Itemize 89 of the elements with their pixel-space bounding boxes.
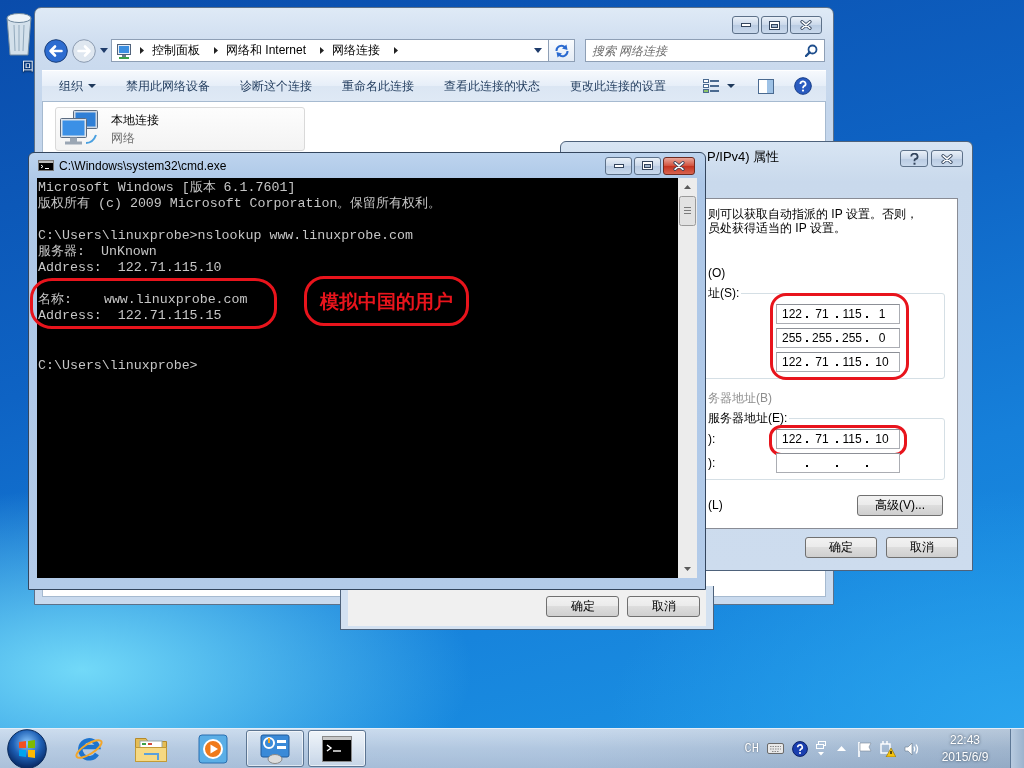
console-icon xyxy=(38,160,54,171)
help-icon[interactable] xyxy=(792,740,808,757)
ip-address-field[interactable]: 122 71 115 10 xyxy=(776,429,900,449)
breadcrumb-item[interactable]: 网络和 Internet xyxy=(226,42,307,59)
breadcrumb-item[interactable]: 控制面板 xyxy=(152,42,200,59)
refresh-icon xyxy=(553,43,570,58)
checkbox-label[interactable]: (L) xyxy=(708,498,723,512)
console-icon xyxy=(322,735,352,762)
network-warning-icon[interactable] xyxy=(880,740,896,757)
window-title: P/IPv4) 属性 xyxy=(707,149,780,165)
speaker-icon[interactable] xyxy=(904,741,920,756)
console-line: Address: 122.71.115.10 xyxy=(38,260,223,276)
toolbar-command[interactable]: 查看此连接的状态 xyxy=(429,72,555,100)
caret-icon xyxy=(727,84,735,88)
maximize-button[interactable] xyxy=(761,16,788,34)
help-button[interactable] xyxy=(900,150,928,167)
console-line: 名称: www.linuxprobe.com xyxy=(38,292,248,308)
maximize-icon xyxy=(642,161,653,170)
console-line: 服务器: UnKnown xyxy=(38,244,158,260)
play-icon xyxy=(198,733,228,764)
preview-pane-icon[interactable] xyxy=(758,78,774,94)
minimize-icon xyxy=(613,163,624,168)
show-desktop-button[interactable] xyxy=(1010,729,1024,768)
callout-label: 模拟中国的用户 xyxy=(303,276,469,326)
close-button[interactable] xyxy=(663,156,695,175)
help-icon[interactable] xyxy=(794,77,812,95)
recycle-bin-icon[interactable] xyxy=(4,12,34,56)
maximize-icon xyxy=(769,20,780,30)
vertical-scrollbar[interactable] xyxy=(678,178,697,578)
field-label: ): xyxy=(708,432,716,446)
chevron-icon[interactable] xyxy=(140,47,144,54)
taskbar-button[interactable] xyxy=(308,730,366,767)
refresh-button[interactable] xyxy=(549,39,575,62)
search-field[interactable]: 搜索 网络连接 xyxy=(585,39,825,62)
network-computers-icon xyxy=(59,110,99,146)
close-icon xyxy=(673,160,685,171)
chevron-icon[interactable] xyxy=(320,47,325,54)
breadcrumb-item[interactable]: 网络连接 xyxy=(332,42,381,59)
close-icon xyxy=(941,153,953,164)
search-icon[interactable] xyxy=(805,44,818,57)
item-type: 网络 xyxy=(111,131,136,145)
dropdown-caret-icon[interactable] xyxy=(534,48,542,53)
desktop-icon-label[interactable]: 回 xyxy=(22,59,34,73)
minimize-button[interactable] xyxy=(732,16,759,34)
console-line: Microsoft Windows [版本 6.1.7601] xyxy=(38,180,297,196)
dialog-button[interactable]: 确定 xyxy=(805,537,877,558)
dialog-button[interactable]: 取消 xyxy=(886,537,958,558)
toolbar-command[interactable]: 重命名此连接 xyxy=(327,72,429,100)
ip-address-field[interactable] xyxy=(776,453,900,473)
caret-icon xyxy=(88,84,96,88)
close-button[interactable] xyxy=(931,150,963,167)
history-caret-icon[interactable] xyxy=(100,48,108,53)
window-title: C:\Windows\system32\cmd.exe xyxy=(59,158,227,173)
maximize-button[interactable] xyxy=(634,156,661,175)
toolbar-command[interactable]: 更改此连接的设置 xyxy=(555,72,681,100)
view-options-icon xyxy=(703,79,720,93)
dialog-button[interactable]: 确定 xyxy=(546,595,619,617)
group-caption: 服务器地址(E): xyxy=(706,411,790,425)
toolbar-command[interactable]: 诊断这个连接 xyxy=(225,72,327,100)
dashboard-icon xyxy=(260,733,290,764)
close-button[interactable] xyxy=(790,16,822,34)
organize-menu[interactable]: 组织 xyxy=(44,72,111,100)
address-bar[interactable]: 控制面板 网络和 Internet 网络连接 xyxy=(111,39,549,62)
ip-address-field[interactable]: 255 255 255 0 xyxy=(776,328,900,348)
connection-item[interactable]: 本地连接 网络 xyxy=(55,107,305,151)
keyboard-icon[interactable] xyxy=(767,743,784,754)
chevron-icon[interactable] xyxy=(394,47,399,54)
dialog-button[interactable]: 取消 xyxy=(627,595,700,617)
console-line: C:\Users\linuxprobe>nslookup www.linuxprobe.com xyxy=(38,228,414,244)
close-icon xyxy=(800,20,812,30)
field-label: ): xyxy=(708,456,716,470)
minimize-button[interactable] xyxy=(605,156,632,175)
console-line: Address: 122.71.115.15 xyxy=(38,308,223,324)
console-line: 版权所有 (c) 2009 Microsoft Corporation。保留所有权利。 xyxy=(38,196,442,212)
item-name: 本地连接 xyxy=(111,113,159,127)
option-label[interactable]: (O) xyxy=(708,266,726,280)
ip-address-field[interactable]: 122 71 115 10 xyxy=(776,352,900,372)
ip-address-field[interactable]: 122 71 115 1 xyxy=(776,304,900,324)
group-caption: 址(S): xyxy=(706,286,742,300)
advanced-button[interactable]: 高级(V)... xyxy=(857,494,943,516)
monitor-icon xyxy=(116,42,132,59)
toolbar-command[interactable]: 禁用此网络设备 xyxy=(111,72,225,100)
minimize-icon xyxy=(740,23,751,27)
console-line: C:\Users\linuxprobe> xyxy=(38,358,198,374)
start-orb-icon[interactable] xyxy=(7,728,47,768)
description-text: 则可以获取自动指派的 IP 设置。否则， xyxy=(708,207,919,221)
description-text: 员处获得适当的 IP 设置。 xyxy=(708,221,847,235)
chevron-icon[interactable] xyxy=(214,47,218,54)
help-icon xyxy=(909,152,919,165)
